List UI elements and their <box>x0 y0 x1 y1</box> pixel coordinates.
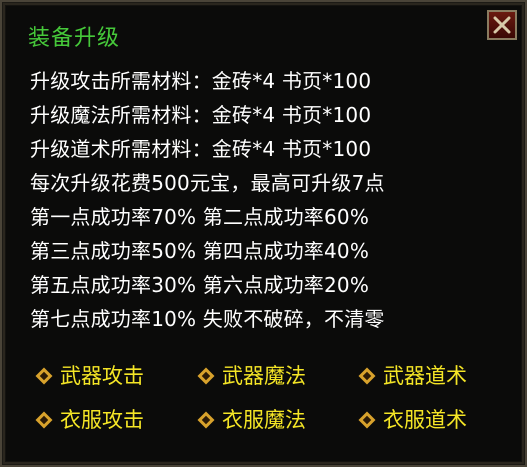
diamond-bullet-icon <box>35 367 53 385</box>
option-label: 武器攻击 <box>60 364 144 388</box>
diamond-bullet-icon <box>197 411 215 429</box>
diamond-bullet-icon <box>197 367 215 385</box>
info-line: 升级攻击所需材料：金砖*4 书页*100 <box>30 69 372 93</box>
option-label: 衣服魔法 <box>222 408 306 432</box>
option-armor-magic[interactable]: 衣服魔法 <box>197 404 306 436</box>
info-line: 升级魔法所需材料：金砖*4 书页*100 <box>30 103 372 127</box>
option-armor-taoism[interactable]: 衣服道术 <box>358 404 467 436</box>
diamond-bullet-icon <box>358 367 376 385</box>
info-line: 第三点成功率50% 第四点成功率40% <box>30 239 370 263</box>
info-line: 第七点成功率10% 失败不破碎，不清零 <box>30 307 385 331</box>
dialog-title: 装备升级 <box>28 26 121 51</box>
diamond-bullet-icon <box>358 411 376 429</box>
close-x-icon <box>493 16 511 34</box>
close-button[interactable] <box>487 10 517 40</box>
info-line: 第一点成功率70% 第二点成功率60% <box>30 205 370 229</box>
diamond-bullet-icon <box>35 411 53 429</box>
option-label: 衣服道术 <box>383 408 467 432</box>
option-weapon-taoism[interactable]: 武器道术 <box>358 360 467 392</box>
equipment-upgrade-dialog: 装备升级 升级攻击所需材料：金砖*4 书页*100 升级魔法所需材料：金砖*4 … <box>0 0 527 467</box>
option-label: 武器魔法 <box>222 364 306 388</box>
option-label: 武器道术 <box>383 364 467 388</box>
info-line: 第五点成功率30% 第六点成功率20% <box>30 273 370 297</box>
upgrade-info-list: 升级攻击所需材料：金砖*4 书页*100 升级魔法所需材料：金砖*4 书页*10… <box>30 64 385 336</box>
option-label: 衣服攻击 <box>60 408 144 432</box>
info-line: 每次升级花费500元宝，最高可升级7点 <box>30 171 385 195</box>
option-armor-attack[interactable]: 衣服攻击 <box>35 404 144 436</box>
option-weapon-magic[interactable]: 武器魔法 <box>197 360 306 392</box>
info-line: 升级道术所需材料：金砖*4 书页*100 <box>30 137 372 161</box>
option-weapon-attack[interactable]: 武器攻击 <box>35 360 144 392</box>
